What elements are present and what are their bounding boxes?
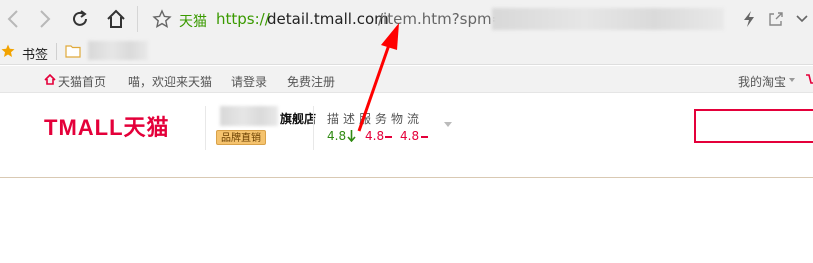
url-redacted-blur <box>492 8 724 30</box>
nav-my-taobao-link[interactable]: 我的淘宝 <box>738 73 786 90</box>
bookmarks-bar: 书签 <box>0 38 813 65</box>
shop-name-suffix[interactable]: 旗舰店 <box>280 110 316 127</box>
caret-down-icon <box>789 78 795 82</box>
logistics-score: 4.8 <box>400 129 420 143</box>
description-score: 4.8 <box>327 129 347 143</box>
home-button[interactable] <box>102 5 130 33</box>
brand-direct-badge: 品牌直销 <box>216 130 266 145</box>
bookmarks-divider <box>56 43 57 60</box>
bookmark-redacted-blur <box>88 41 148 60</box>
rating-caret-icon[interactable] <box>444 122 452 127</box>
home-icon <box>44 74 56 85</box>
url-scheme: https:// <box>216 10 270 28</box>
nav-register-link[interactable]: 免费注册 <box>287 73 335 90</box>
search-input[interactable] <box>694 109 813 143</box>
service-score: 4.8 <box>365 129 385 143</box>
header-divider <box>205 106 206 150</box>
reload-icon <box>73 10 87 26</box>
nav-home-link[interactable]: 天猫首页 <box>58 73 106 90</box>
menu-dropdown-button[interactable] <box>788 5 813 33</box>
forward-arrow-icon <box>40 10 51 28</box>
back-arrow-icon <box>7 10 18 28</box>
bookmark-star-button[interactable] <box>148 5 176 33</box>
reload-button[interactable] <box>66 5 94 33</box>
share-button[interactable] <box>762 5 790 33</box>
forward-button[interactable] <box>30 5 58 33</box>
share-icon <box>769 12 783 26</box>
arrow-down-icon <box>347 130 356 142</box>
url-host: detail.tmall.com <box>267 10 389 28</box>
home-icon <box>107 9 125 28</box>
site-identity-label: 天猫 <box>179 14 207 30</box>
bookmarks-label: 书签 <box>22 48 49 63</box>
star-outline-icon <box>152 9 172 29</box>
folder-icon <box>65 45 81 58</box>
cart-icon[interactable] <box>806 74 813 85</box>
nav-welcome-text: 喵，欢迎来天猫 <box>128 75 213 89</box>
star-filled-icon <box>1 44 15 57</box>
browser-toolbar: 天猫 https:// detail.tmall.com /item.htm?s… <box>0 0 813 38</box>
flat-indicator-icon <box>421 136 428 138</box>
header-divider <box>313 106 314 150</box>
shop-name-redacted-blur <box>220 106 278 126</box>
store-header: TMALL天猫 旗舰店 品牌直销 描述服务物流 4.8 4.8 4.8 <box>0 94 813 178</box>
rating-heading: 描述服务物流 <box>327 112 424 126</box>
back-button[interactable] <box>0 5 28 33</box>
tmall-logo[interactable]: TMALL天猫 <box>44 110 170 142</box>
flat-indicator-icon <box>385 136 392 138</box>
lightning-icon <box>744 11 754 27</box>
chevron-down-icon <box>796 15 808 23</box>
toolbar-divider <box>137 6 138 32</box>
site-top-nav: 天猫首页 喵，欢迎来天猫 请登录 免费注册 我的淘宝 <box>0 66 813 93</box>
nav-login-link[interactable]: 请登录 <box>231 73 267 90</box>
speed-mode-button[interactable] <box>735 5 763 33</box>
